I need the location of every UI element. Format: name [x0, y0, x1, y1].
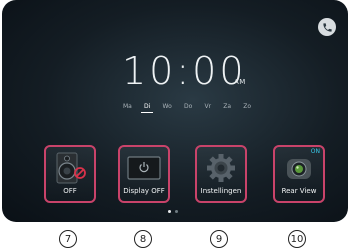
- display-off-label: Display OFF: [123, 187, 165, 195]
- page-indicator: [168, 210, 178, 213]
- callout-10: 10: [288, 230, 306, 248]
- rear-view-label: Rear View: [281, 187, 317, 195]
- clock-meridiem: AM: [234, 78, 246, 86]
- weekday-row: Ma Di Wo Do Vr Za Zo: [122, 103, 252, 113]
- page-dot: [175, 210, 178, 213]
- weekday-ma: Ma: [123, 103, 132, 110]
- rear-view-status-badge: ON: [310, 148, 320, 155]
- clock-time: 10:00: [122, 49, 247, 93]
- head-unit-screen: 10:00 AM Ma Di Wo Do Vr Za Zo OFF Displa…: [2, 0, 348, 222]
- speaker-mute-icon: [46, 151, 94, 185]
- rear-view-button[interactable]: ON Rear View: [273, 145, 325, 203]
- callout-7: 7: [59, 230, 77, 248]
- weekday-zo: Zo: [243, 103, 251, 110]
- weekday-do: Do: [183, 103, 193, 110]
- settings-button[interactable]: Instellingen: [195, 145, 247, 203]
- weekday-vr: Vr: [204, 103, 212, 110]
- audio-off-button[interactable]: OFF: [44, 145, 96, 203]
- callout-9: 9: [210, 230, 228, 248]
- display-power-icon: [120, 151, 168, 185]
- settings-label: Instellingen: [200, 187, 242, 195]
- phone-icon[interactable]: [318, 18, 336, 36]
- audio-off-label: OFF: [63, 187, 77, 195]
- weekday-za: Za: [223, 103, 232, 110]
- page-dot-active: [168, 210, 171, 213]
- gear-icon: [197, 151, 245, 185]
- camera-icon: [275, 151, 323, 185]
- weekday-wo: Wo: [162, 103, 172, 110]
- callout-8: 8: [134, 230, 152, 248]
- weekday-di: Di: [140, 103, 154, 113]
- display-off-button[interactable]: Display OFF: [118, 145, 170, 203]
